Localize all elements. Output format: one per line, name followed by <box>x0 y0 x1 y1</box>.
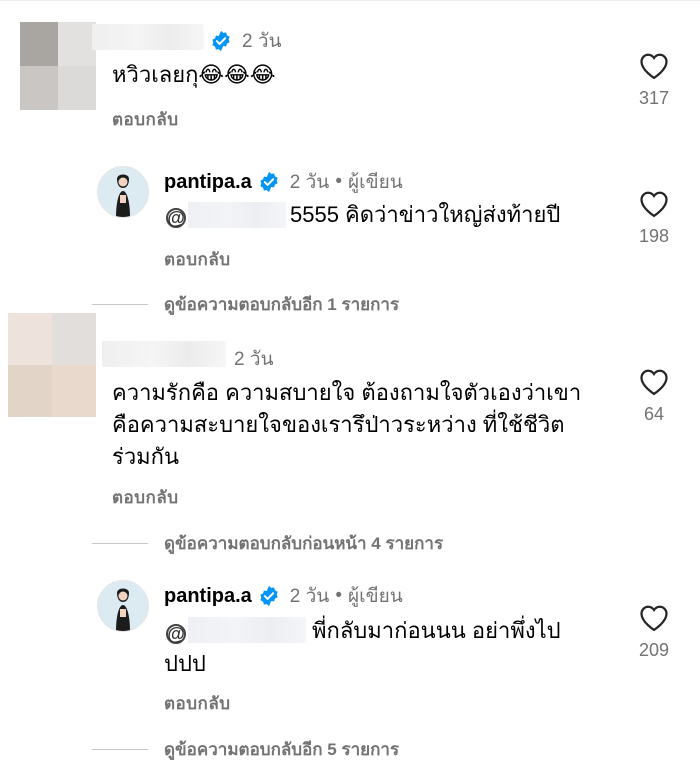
reply-button[interactable]: ตอบกลับ <box>164 690 231 717</box>
like-control: 64 <box>624 368 684 425</box>
top-divider <box>0 0 700 1</box>
author-badge: ผู้เขียน <box>347 586 403 607</box>
comment-meta: pantipa.a 2 วัน • ผู้เขียน <box>164 167 403 197</box>
heart-icon[interactable] <box>639 604 669 632</box>
like-count: 198 <box>638 226 670 246</box>
comment-text-line-3: ร่วมกัน <box>112 444 180 469</box>
like-count: 64 <box>643 404 665 424</box>
blurred-mention[interactable] <box>188 617 306 643</box>
verified-badge-icon <box>210 30 232 52</box>
threads-icon: @ <box>166 207 186 228</box>
like-control: 209 <box>624 604 684 661</box>
divider-line <box>92 749 148 750</box>
comment-text-line-2: คือความสะบายใจของเรารึป่าวระหว่าง ที่ใช้… <box>112 412 565 437</box>
comment-time: 2 วัน <box>234 349 274 370</box>
blurred-avatar[interactable] <box>20 22 96 110</box>
reply-button[interactable]: ตอบกลับ <box>112 106 179 133</box>
comment-time: 2 วัน <box>289 586 330 607</box>
blurred-username[interactable] <box>92 24 204 50</box>
like-count: 317 <box>638 88 670 108</box>
reply-button[interactable]: ตอบกลับ <box>112 484 179 511</box>
comment-meta: 2 วัน <box>210 26 282 56</box>
view-previous-replies-label: ดูข้อความตอบกลับก่อนหน้า 4 รายการ <box>164 534 444 553</box>
divider-line <box>92 543 148 544</box>
verified-badge-icon <box>258 585 280 607</box>
author-badge: ผู้เขียน <box>347 172 403 193</box>
heart-icon[interactable] <box>639 368 669 396</box>
verified-badge-icon <box>258 171 280 193</box>
heart-icon[interactable] <box>639 52 669 80</box>
blurred-avatar[interactable] <box>8 313 96 417</box>
comment-text-line-1: พี่กลับมาก่อนนน อย่าพึ่งไป <box>312 618 561 643</box>
comment-text: 5555 คิดว่าข่าวใหญ่ส่งท้ายปี <box>290 202 561 227</box>
separator: • <box>335 585 342 606</box>
comment-text: หวิวเลยกุ😂😂😂 <box>112 62 276 87</box>
comment-meta: 2 วัน <box>234 344 274 374</box>
view-more-replies-button[interactable]: ดูข้อความตอบกลับอีก 1 รายการ <box>92 291 399 318</box>
blurred-username[interactable] <box>102 341 226 367</box>
like-control: 317 <box>624 52 684 109</box>
avatar[interactable] <box>97 580 149 632</box>
view-more-replies-label: ดูข้อความตอบกลับอีก 1 รายการ <box>164 295 400 314</box>
comment-text-line-1: ความรักคือ ความสบายใจ ต้องถามใจตัวเองว่า… <box>112 380 582 405</box>
avatar[interactable] <box>97 166 149 218</box>
threads-icon: @ <box>166 623 186 644</box>
comment-time: 2 วัน <box>242 31 282 52</box>
username[interactable]: pantipa.a <box>164 585 252 608</box>
reply-button[interactable]: ตอบกลับ <box>164 246 231 273</box>
view-more-replies-button[interactable]: ดูข้อความตอบกลับอีก 5 รายการ <box>92 736 399 763</box>
view-previous-replies-button[interactable]: ดูข้อความตอบกลับก่อนหน้า 4 รายการ <box>92 530 443 557</box>
view-more-replies-label: ดูข้อความตอบกลับอีก 5 รายการ <box>164 740 400 759</box>
comment-meta: pantipa.a 2 วัน • ผู้เขียน <box>164 581 403 611</box>
comment-text-line-2: ปปป <box>164 651 206 676</box>
like-count: 209 <box>638 640 670 660</box>
divider-line <box>92 304 148 305</box>
comment-time: 2 วัน <box>289 172 330 193</box>
username[interactable]: pantipa.a <box>164 171 252 194</box>
separator: • <box>335 171 342 192</box>
blurred-mention[interactable] <box>188 202 286 228</box>
like-control: 198 <box>624 190 684 247</box>
heart-icon[interactable] <box>639 190 669 218</box>
